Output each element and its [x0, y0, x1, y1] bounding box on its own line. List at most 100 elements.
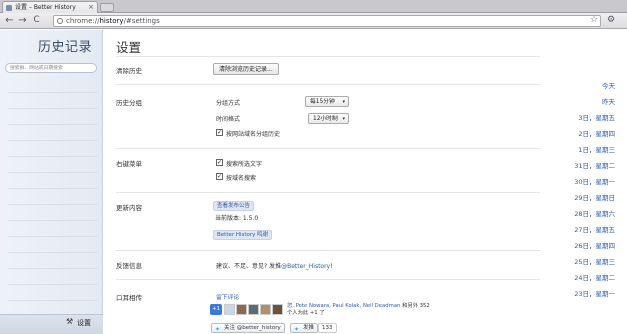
sidebar-item-day[interactable]: 3日，星期五 — [578, 112, 615, 122]
sidebar-item-day[interactable]: 2日，星期四 — [578, 128, 615, 138]
section-label-clear: 清除历史 — [116, 67, 142, 75]
version-text: 当前版本: 1.5.0 — [215, 215, 259, 222]
divider — [8, 236, 98, 237]
follow-button[interactable]: ✦ 关注 @better_history — [211, 323, 285, 333]
plus-one-text: 您, Pete Nowara, Paul Kolak, Neil Deadman… — [287, 303, 430, 317]
domain-group-label: 按网站域名分组历史 — [226, 131, 281, 138]
divider — [116, 279, 540, 280]
sidebar-item-day[interactable]: 28日，星期六 — [574, 208, 615, 218]
thanks-link[interactable]: Better History 鸣谢 — [213, 230, 273, 240]
leave-review-link[interactable]: 留下评论 — [216, 292, 239, 301]
chevron-down-icon: ▾ — [342, 99, 345, 105]
url-host: history — [99, 17, 124, 25]
sidebar — [0, 30, 103, 334]
search-domain-label: 按域名搜索 — [226, 175, 257, 182]
divider — [116, 84, 540, 85]
divider — [116, 250, 540, 251]
sidebar-item-day[interactable]: 1日，星期三 — [578, 144, 615, 154]
page-title: 设置 — [116, 40, 142, 55]
new-tab-button[interactable] — [100, 3, 114, 12]
sidebar-item-day[interactable]: 31日，星期二 — [574, 160, 615, 170]
time-format-select[interactable]: 12小时制 ▾ — [308, 113, 349, 124]
address-bar[interactable]: chrome://history/#settings — [53, 15, 601, 27]
sidebar-settings-label[interactable]: 设置 — [77, 318, 91, 328]
sidebar-item-day[interactable]: 今天 — [602, 80, 615, 90]
tab-title: 设置 – Better History — [15, 4, 76, 11]
page-info-icon — [57, 18, 63, 24]
divider — [8, 268, 98, 269]
wrench-icon: ⚒ — [66, 317, 74, 326]
time-format-label: 时间格式 — [216, 116, 241, 123]
divider — [8, 252, 98, 253]
tab-better-history[interactable]: 设置 – Better History × — [2, 1, 98, 13]
feedback-text: 建议、不足、意见? 发推@Better_History! — [216, 261, 333, 270]
feedback-text-after: ! — [330, 263, 333, 270]
time-format-value: 12小时制 — [313, 116, 338, 122]
divider — [8, 220, 98, 221]
clear-history-button[interactable]: 清除浏览历史记录... — [213, 63, 279, 75]
twitter-handle-link[interactable]: @Better_History — [281, 263, 330, 270]
group-by-value: 每15分钟 — [310, 99, 335, 105]
avatar — [260, 304, 271, 315]
plus-one-button[interactable]: +1 — [210, 304, 222, 315]
sidebar-item-day[interactable]: 26日，星期四 — [574, 240, 615, 250]
avatar — [236, 304, 247, 315]
twitter-bird-icon: ✦ — [294, 326, 300, 333]
avatar — [248, 304, 259, 315]
domain-group-checkbox[interactable]: ✓ — [216, 129, 223, 136]
close-tab-icon[interactable]: × — [88, 2, 94, 13]
sidebar-item-day[interactable]: 23日，星期一 — [574, 288, 615, 298]
divider — [8, 172, 98, 173]
follow-label: 关注 @better_history — [224, 325, 281, 331]
search-domain-checkbox[interactable]: ✓ — [216, 173, 223, 180]
sidebar-item-day[interactable]: 昨天 — [602, 96, 615, 106]
section-label-updates: 更新内容 — [116, 204, 142, 212]
divider — [8, 108, 98, 109]
search-input[interactable]: 搜索群、网站或日期搜索 — [5, 63, 97, 73]
tweet-button[interactable]: ✦ 发推 — [290, 323, 319, 333]
plus-one-line2: 个人为此 +1 了 — [287, 310, 325, 316]
section-label-grouping: 历史分组 — [116, 99, 142, 107]
release-notes-link[interactable]: 查看发布公告 — [213, 201, 255, 211]
section-label-feedback: 反馈信息 — [116, 262, 142, 270]
divider — [8, 188, 98, 189]
avatar — [272, 304, 283, 315]
feedback-text-before: 建议、不足、意见? 发推 — [216, 263, 282, 270]
tweet-count: 133 — [318, 323, 337, 333]
divider — [116, 56, 540, 57]
sidebar-item-day[interactable]: 27日，星期五 — [574, 224, 615, 234]
sidebar-item-day[interactable]: 24日，星期二 — [574, 272, 615, 282]
divider — [8, 204, 98, 205]
section-label-context-menu: 右键菜单 — [116, 160, 142, 168]
reload-icon[interactable]: C — [31, 15, 42, 26]
sidebar-item-day[interactable]: 30日，星期一 — [574, 176, 615, 186]
favicon-icon — [6, 5, 12, 11]
divider — [8, 140, 98, 141]
bookmark-star-icon[interactable]: ☆ — [590, 15, 598, 25]
search-selected-checkbox[interactable]: ✓ — [216, 159, 223, 166]
divider — [8, 300, 98, 301]
divider — [8, 124, 98, 125]
sidebar-title: 历史记录 — [38, 40, 93, 55]
plus-one-rest: 和另外 352 — [402, 303, 430, 309]
forward-icon[interactable]: → — [17, 15, 28, 26]
divider — [8, 284, 98, 285]
wrench-menu-icon[interactable]: ⚙ — [607, 15, 615, 25]
search-selected-label: 搜索所选文字 — [226, 161, 263, 168]
url-path: /#settings — [123, 17, 160, 25]
sidebar-item-day[interactable]: 29日，星期日 — [574, 192, 615, 202]
group-by-label: 分组方式 — [216, 100, 241, 107]
url-scheme: chrome:// — [66, 17, 100, 25]
group-by-select[interactable]: 每15分钟 ▾ — [305, 96, 349, 107]
sidebar-item-day[interactable]: 25日，星期三 — [574, 256, 615, 266]
divider — [8, 92, 98, 93]
back-icon[interactable]: ← — [4, 15, 15, 26]
chevron-down-icon: ▾ — [342, 116, 345, 122]
twitter-bird-icon: ✦ — [215, 326, 221, 333]
plus-one-names[interactable]: 您, Pete Nowara, Paul Kolak, Neil Deadman — [287, 303, 400, 309]
section-label-word-of-mouth: 口耳相传 — [116, 294, 142, 302]
divider — [116, 192, 540, 193]
avatar — [224, 304, 235, 315]
divider — [116, 148, 540, 149]
divider — [8, 156, 98, 157]
